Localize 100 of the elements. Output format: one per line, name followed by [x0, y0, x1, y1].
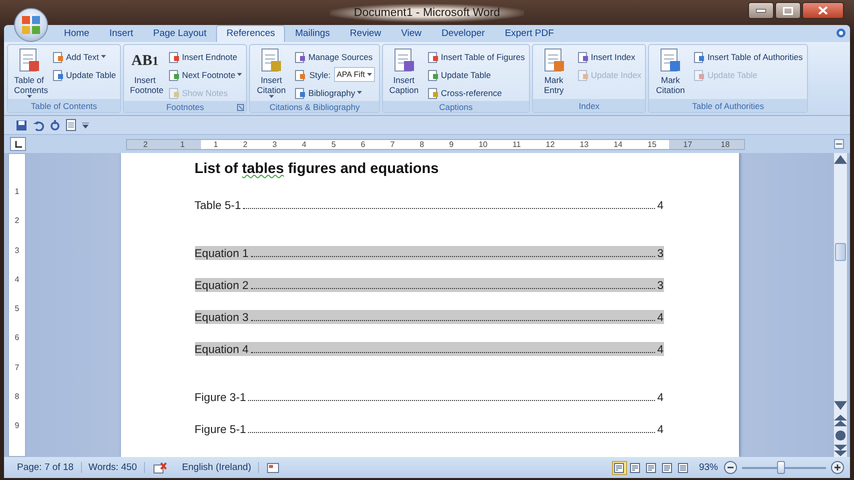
ribbon-button[interactable]: Insert Index [574, 48, 644, 65]
launcher-icon[interactable] [237, 104, 244, 111]
page-icon [294, 86, 306, 98]
save-icon[interactable] [16, 120, 27, 130]
language-indicator[interactable]: English (Ireland) [174, 462, 260, 473]
proofing-icon[interactable] [152, 462, 167, 474]
ruler-number: 7 [390, 140, 395, 148]
ruler-number: 7 [14, 362, 20, 374]
ribbon-tab[interactable]: Insert [99, 25, 144, 42]
ruler-number: 4 [14, 274, 20, 286]
style-dropdown[interactable]: APA Fift [334, 67, 375, 82]
ribbon-tab[interactable]: Developer [432, 25, 495, 42]
toc-entry[interactable]: Equation 1 3 [194, 246, 664, 260]
page-view-icon [614, 462, 624, 472]
view-button[interactable] [612, 460, 627, 474]
ribbon-button[interactable]: Update Table [50, 66, 118, 83]
view-button[interactable] [628, 460, 643, 474]
page-icon [294, 68, 306, 80]
macro-icon[interactable] [267, 462, 280, 472]
ribbon-button[interactable]: Cross-reference [424, 84, 527, 101]
ruler-number: 9 [14, 421, 20, 432]
ruler-number: 12 [546, 140, 555, 148]
ribbon-button[interactable]: Manage Sources [292, 48, 377, 65]
ruler-number: 14 [614, 140, 623, 148]
tab-stop-icon [14, 140, 22, 148]
group-label: Citations & Bibliography [269, 102, 360, 112]
zoom-in-icon[interactable] [831, 461, 844, 474]
previous-page-icon[interactable] [834, 414, 847, 427]
toc-entry[interactable]: Figure 5-1 4 [194, 422, 664, 436]
tab-selector[interactable] [10, 137, 26, 151]
ruler-number: 4 [302, 140, 306, 148]
ribbon-button[interactable]: Bibliography [292, 84, 377, 101]
group-label: Captions [439, 102, 473, 112]
ribbon-tab[interactable]: Home [54, 25, 100, 42]
office-button[interactable] [14, 8, 48, 42]
vertical-scrollbar[interactable] [833, 153, 847, 457]
page-view-icon [662, 462, 672, 472]
ribbon-tab[interactable]: View [391, 25, 432, 42]
ribbon-tab[interactable]: References [216, 25, 286, 42]
group-label: Index [578, 100, 600, 110]
toc-entry[interactable]: Table 5-1 4 [194, 198, 664, 212]
toc-entry[interactable]: Equation 2 3 [194, 278, 664, 292]
ribbon-button[interactable]: Add Text [50, 48, 118, 65]
ruler-number: 15 [648, 140, 656, 148]
view-button[interactable] [644, 460, 659, 474]
ribbon-button[interactable]: Update Table [424, 66, 527, 83]
undo-icon[interactable] [33, 120, 44, 130]
ribbon-tab[interactable]: Mailings [285, 25, 340, 42]
page-icon [576, 50, 589, 62]
scroll-down-icon[interactable] [834, 399, 847, 412]
minimize-icon [756, 8, 766, 12]
zoom-slider[interactable] [777, 460, 786, 474]
maximize-icon [783, 6, 793, 14]
page-icon [426, 50, 439, 62]
toc-entry[interactable]: Equation 4 4 [194, 342, 664, 356]
ribbon-button[interactable]: Mark Entry [534, 47, 573, 99]
ribbon-button[interactable]: Table of Contents [10, 47, 48, 99]
zoom-out-icon[interactable] [724, 461, 737, 474]
group-label: Table of Authorities [692, 100, 764, 110]
field-label: Style: [309, 70, 331, 80]
word-count[interactable]: Words: 450 [82, 462, 145, 473]
ribbon-button[interactable]: Mark Citation [651, 47, 690, 99]
ribbon-tab[interactable]: Page Layout [143, 25, 216, 42]
ribbon-tab[interactable]: Review [340, 25, 392, 42]
document-icon[interactable] [66, 119, 76, 131]
minimize-button[interactable] [748, 2, 774, 19]
ruler-number: 1 [214, 140, 218, 148]
scroll-thumb[interactable] [835, 243, 846, 261]
page-view-icon [630, 462, 640, 472]
page-icon [52, 50, 64, 62]
ribbon-button[interactable]: Insert Table of Authorities [691, 48, 805, 65]
page-count[interactable]: Page: 7 of 18 [10, 462, 82, 473]
ruler-number: 1 [14, 187, 20, 198]
page-icon [693, 68, 706, 80]
toc-entry[interactable]: Equation 3 4 [194, 310, 664, 324]
view-button[interactable] [676, 460, 691, 474]
close-button[interactable] [802, 2, 844, 19]
ruler-number: 10 [478, 140, 488, 148]
ribbon-tab[interactable]: Expert PDF [494, 25, 564, 42]
help-icon[interactable] [836, 28, 846, 38]
view-ruler-icon[interactable] [834, 139, 844, 149]
view-button[interactable] [660, 460, 675, 474]
page-icon [426, 86, 439, 98]
ruler-number: 1 [180, 140, 185, 148]
page-icon [294, 50, 306, 62]
page-icon [168, 68, 180, 80]
maximize-button[interactable] [775, 2, 801, 19]
browse-object-icon[interactable] [834, 429, 847, 442]
ribbon-button[interactable]: Next Footnote [166, 66, 244, 83]
ruler-number: 8 [420, 140, 424, 148]
toc-entry[interactable]: Figure 3-1 4 [194, 390, 664, 404]
page-icon [168, 50, 180, 62]
customize-icon[interactable] [82, 122, 89, 128]
caret-icon [268, 95, 274, 98]
ribbon-button[interactable]: Insert Citation [252, 47, 290, 101]
ribbon-button[interactable]: Insert Caption [384, 47, 423, 101]
ribbon-button[interactable]: Insert Endnote [166, 48, 244, 65]
ribbon-button[interactable]: Insert Table of Figures [424, 48, 527, 65]
ruler-number: 17 [683, 140, 692, 148]
zoom-level[interactable]: 93% [698, 462, 718, 473]
